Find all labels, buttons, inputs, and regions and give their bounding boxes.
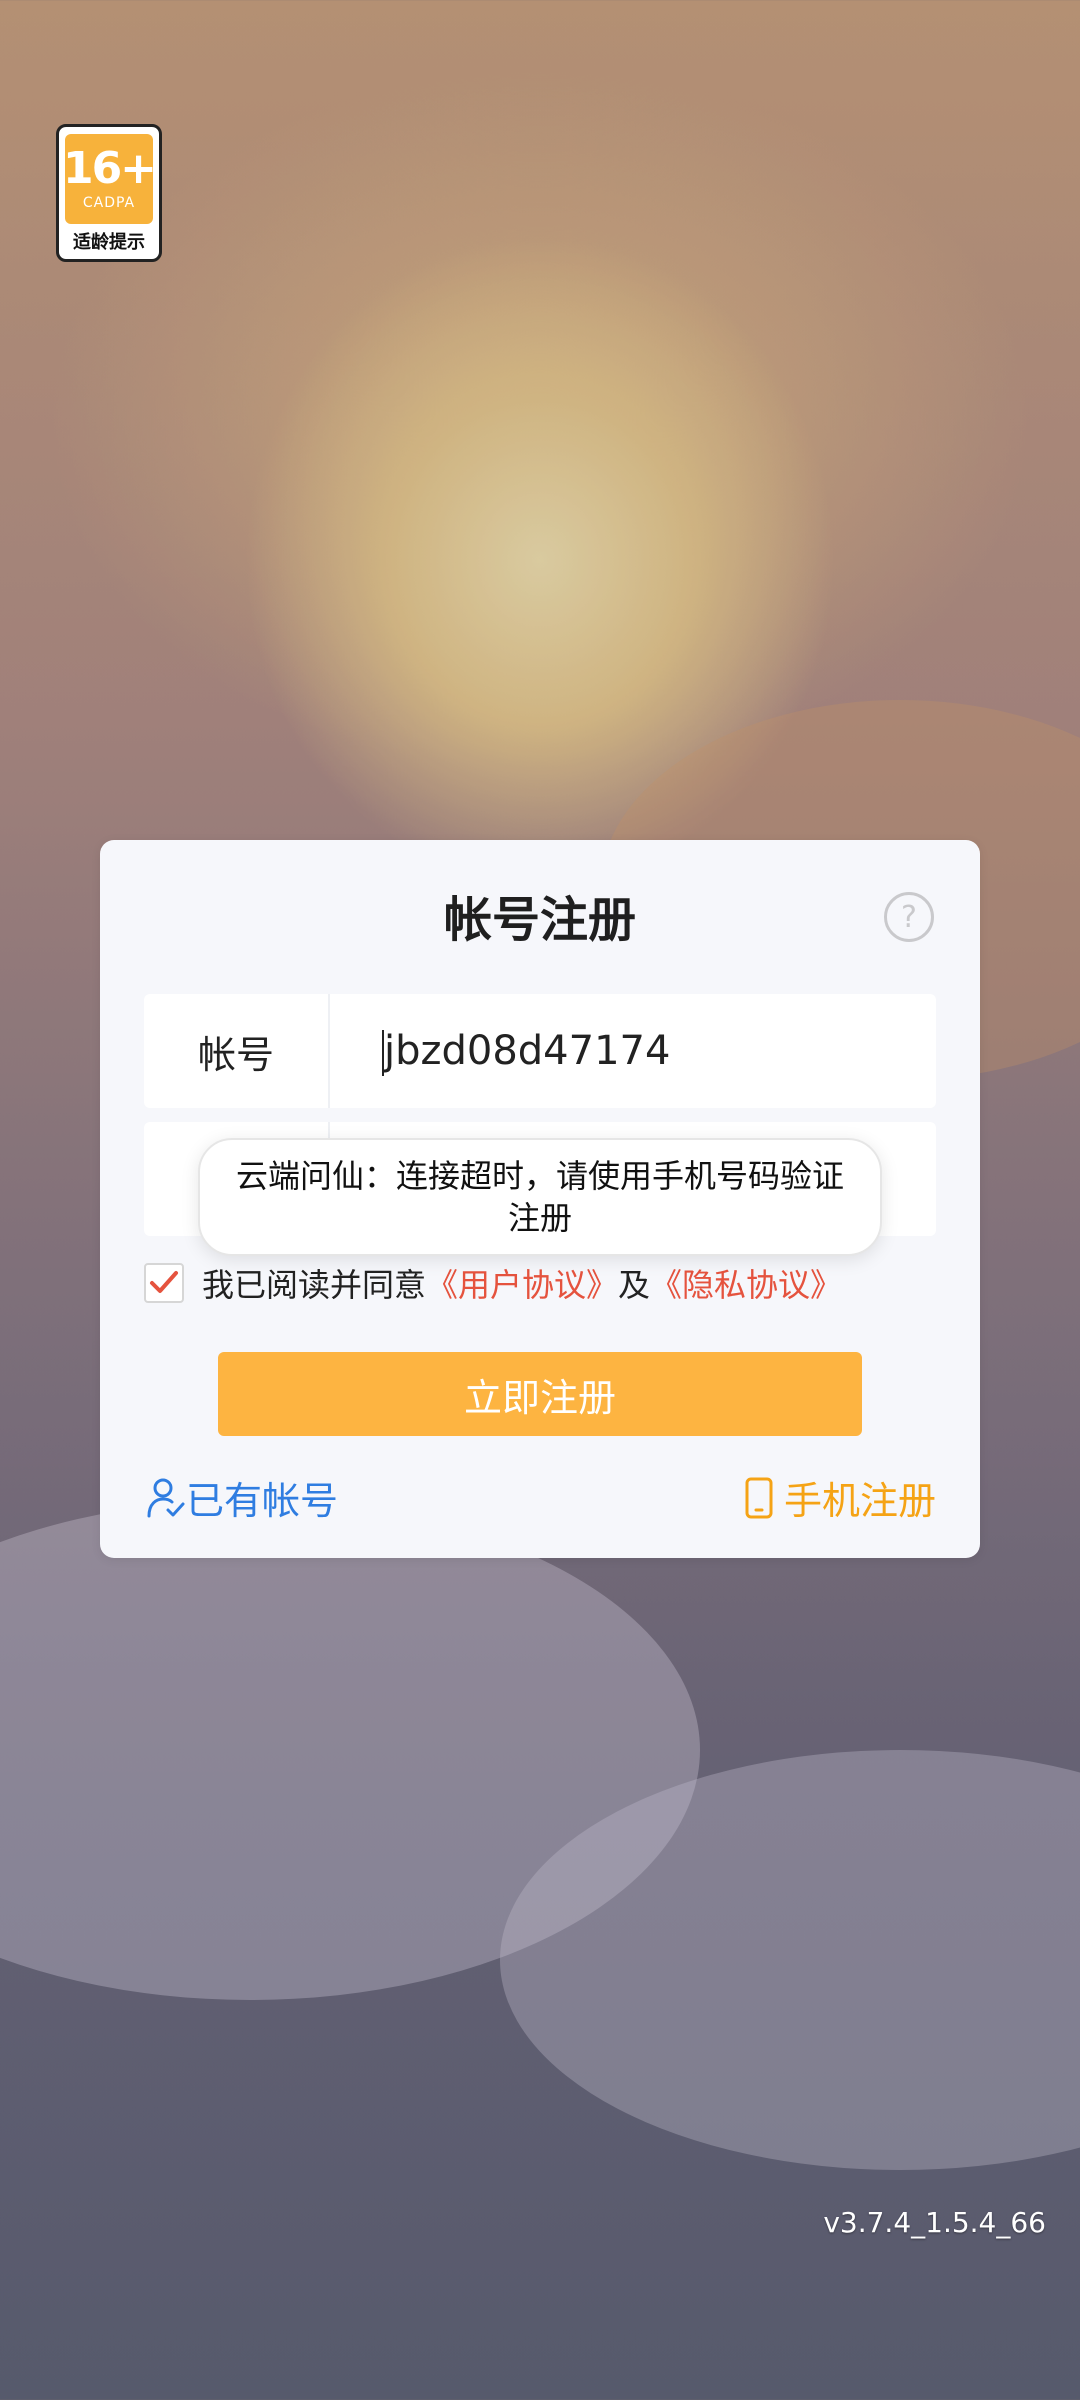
agree-text: 我已阅读并同意 bbox=[202, 1266, 427, 1304]
register-button[interactable]: 立即注册 bbox=[218, 1352, 862, 1436]
age-rating-tip: 适龄提示 bbox=[73, 232, 145, 253]
agreement-row: 我已阅读并同意 《用户协议》 及 《隐私协议》 bbox=[144, 1260, 842, 1306]
account-input-value: jbzd08d47174 bbox=[384, 1028, 671, 1074]
agree-and-text: 及 bbox=[618, 1266, 651, 1304]
account-input[interactable]: jbzd08d47174 bbox=[330, 1028, 671, 1076]
have-account-link[interactable]: 已有帐号 bbox=[146, 1470, 338, 1525]
privacy-agreement-link[interactable]: 《隐私协议》 bbox=[650, 1260, 842, 1306]
text-cursor bbox=[382, 1030, 384, 1076]
user-check-icon bbox=[147, 1478, 185, 1517]
age-rating-number: 16+ bbox=[62, 143, 157, 194]
version-label: v3.7.4_1.5.4_66 bbox=[823, 2206, 1046, 2239]
checkmark-icon bbox=[150, 1271, 178, 1293]
toast-message: 云端问仙：连接超时，请使用手机号码验证注册 bbox=[198, 1138, 882, 1256]
phone-register-label: 手机注册 bbox=[783, 1479, 936, 1523]
help-icon[interactable]: ? bbox=[884, 892, 934, 942]
dialog-title: 帐号注册 bbox=[443, 892, 636, 948]
account-field[interactable]: 帐号 jbzd08d47174 bbox=[144, 994, 936, 1108]
user-agreement-link[interactable]: 《用户协议》 bbox=[426, 1260, 618, 1306]
age-rating-badge: 16+ CADPA 适龄提示 bbox=[56, 124, 162, 262]
phone-icon bbox=[745, 1477, 773, 1518]
agree-checkbox[interactable] bbox=[144, 1263, 184, 1303]
have-account-label: 已有帐号 bbox=[186, 1479, 339, 1523]
account-label: 帐号 bbox=[144, 994, 330, 1108]
age-rating-org: CADPA bbox=[82, 195, 136, 211]
phone-register-link[interactable]: 手机注册 bbox=[742, 1470, 936, 1525]
